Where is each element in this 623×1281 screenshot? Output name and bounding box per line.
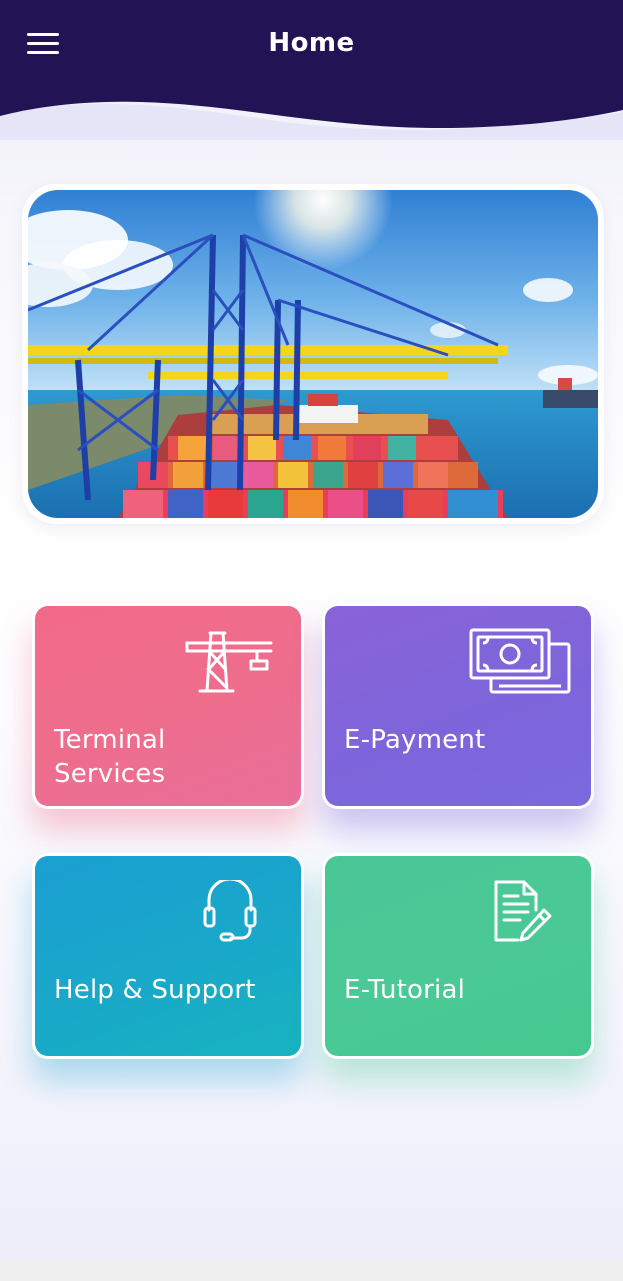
e-payment-tile[interactable]: E-Payment (322, 603, 594, 809)
header-wave-background (0, 0, 623, 140)
terminal-services-label: Terminal Services (54, 725, 166, 789)
crane-icon (185, 631, 273, 693)
banner-image (28, 190, 598, 518)
help-support-tile[interactable]: Help & Support (32, 853, 304, 1059)
home-screen: Home Terminal Services E-Payment Help & … (0, 0, 623, 1258)
app-header: Home (0, 0, 623, 140)
money-bills-icon (469, 628, 571, 694)
e-tutorial-tile[interactable]: E-Tutorial (322, 853, 594, 1059)
e-payment-label: E-Payment (344, 725, 486, 755)
banner-card (22, 184, 604, 524)
headset-icon (203, 880, 257, 942)
document-pen-icon (494, 880, 552, 942)
help-support-label: Help & Support (54, 975, 256, 1005)
port-cranes-container-ship-photo (28, 190, 598, 518)
page-title: Home (268, 28, 355, 58)
terminal-services-tile[interactable]: Terminal Services (32, 603, 304, 809)
system-navigation-area (0, 1258, 623, 1281)
e-tutorial-label: E-Tutorial (344, 975, 466, 1005)
